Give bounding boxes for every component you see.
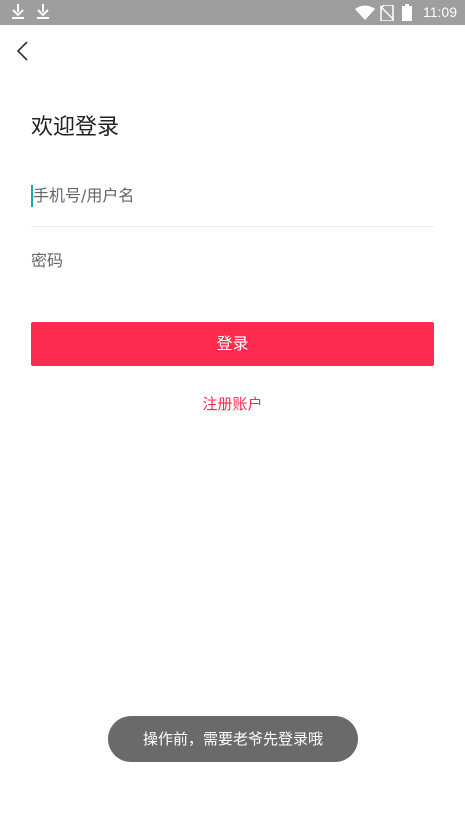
username-field[interactable]: 手机号/用户名: [31, 185, 434, 227]
chevron-left-icon: [8, 36, 36, 66]
battery-icon: [402, 4, 412, 25]
download-icon: [36, 4, 50, 24]
username-placeholder: 手机号/用户名: [33, 186, 135, 205]
page-title: 欢迎登录: [31, 115, 120, 140]
status-time: 11:09: [423, 4, 457, 20]
register-link[interactable]: 注册账户: [202, 395, 262, 413]
login-button[interactable]: 登录: [31, 322, 434, 366]
download-icon: [11, 4, 25, 24]
no-sim-icon: [379, 4, 395, 25]
back-button[interactable]: [8, 36, 36, 66]
register-link-row: 注册账户: [0, 393, 465, 415]
status-bar: 11:09: [0, 0, 465, 25]
wifi-icon: [355, 5, 375, 24]
toast-message: 操作前，需要老爷先登录哦: [108, 716, 358, 762]
password-placeholder: 密码: [31, 251, 64, 270]
password-field[interactable]: 密码: [31, 250, 434, 274]
